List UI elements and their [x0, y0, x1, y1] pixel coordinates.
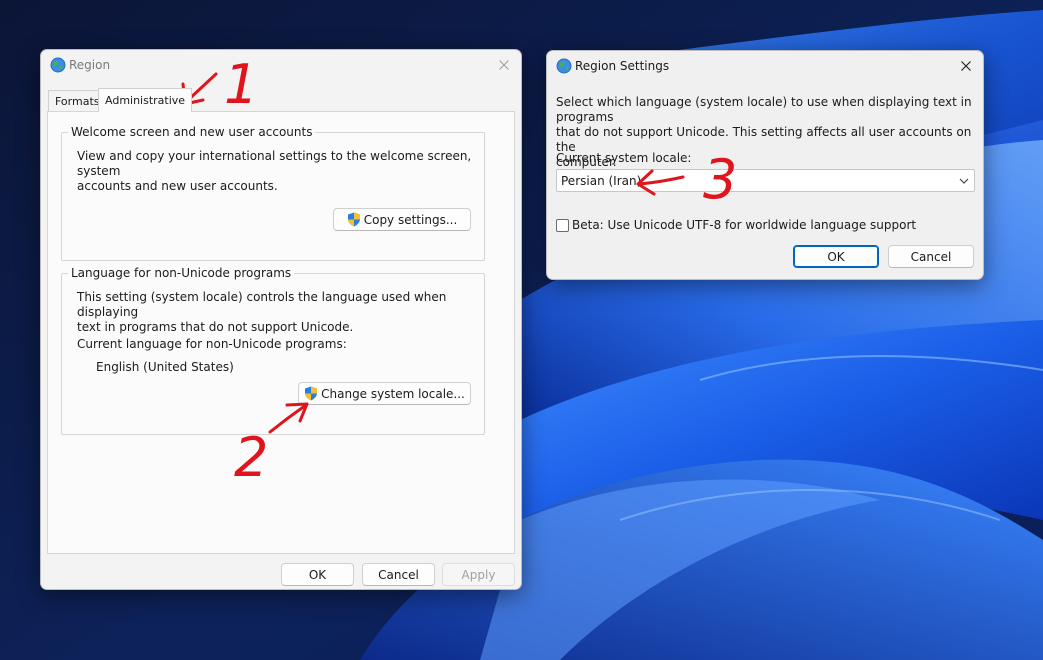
window-title: Region — [69, 58, 111, 72]
tab-label: Formats — [55, 95, 100, 108]
cancel-button[interactable]: Cancel — [888, 245, 974, 268]
close-button[interactable] — [487, 50, 521, 80]
button-label: Cancel — [910, 249, 952, 264]
current-system-locale-label: Current system locale: — [556, 151, 692, 165]
settings-titlebar[interactable]: Region Settings — [547, 51, 983, 81]
close-icon — [961, 61, 971, 71]
region-titlebar[interactable]: Region — [41, 50, 521, 80]
current-language-value: English (United States) — [96, 360, 234, 374]
uac-shield-icon — [305, 386, 318, 401]
button-label: Cancel — [378, 567, 419, 582]
ok-button[interactable]: OK — [793, 245, 879, 268]
window-title: Region Settings — [575, 59, 670, 73]
region-window: Region Formats Administrative Welcome sc… — [40, 49, 522, 590]
description-line: View and copy your international setting… — [77, 149, 472, 178]
copy-settings-button[interactable]: Copy settings... — [333, 208, 471, 231]
description-line: This setting (system locale) controls th… — [77, 290, 447, 319]
description-line: Select which language (system locale) to… — [556, 95, 972, 124]
apply-button[interactable]: Apply — [442, 563, 515, 586]
group-legend: Welcome screen and new user accounts — [68, 125, 316, 139]
close-icon — [499, 60, 509, 70]
tab-administrative[interactable]: Administrative — [98, 88, 193, 112]
chevron-down-icon — [959, 178, 969, 184]
description-line: accounts and new user accounts. — [77, 179, 278, 193]
button-label: Change system locale... — [321, 386, 465, 401]
globe-icon — [50, 57, 66, 73]
welcome-description: View and copy your international setting… — [77, 149, 484, 194]
dropdown-value: Persian (Iran) — [561, 174, 642, 188]
button-label: Apply — [461, 567, 496, 582]
group-legend: Language for non-Unicode programs — [68, 266, 295, 280]
button-label: OK — [827, 249, 845, 264]
close-button[interactable] — [949, 51, 983, 81]
nonunicode-description: This setting (system locale) controls th… — [77, 290, 484, 335]
tab-label: Administrative — [105, 94, 186, 107]
welcome-groupbox: Welcome screen and new user accounts Vie… — [61, 125, 485, 261]
globe-icon — [556, 58, 572, 74]
button-label: OK — [308, 567, 327, 582]
system-locale-dropdown[interactable]: Persian (Iran) — [556, 169, 975, 192]
button-label: Copy settings... — [363, 212, 458, 227]
administrative-panel: Welcome screen and new user accounts Vie… — [47, 111, 515, 554]
beta-utf8-checkbox[interactable] — [556, 219, 569, 232]
uac-shield-icon — [347, 212, 360, 227]
beta-utf8-label: Beta: Use Unicode UTF-8 for worldwide la… — [572, 218, 917, 232]
current-language-label: Current language for non-Unicode program… — [77, 337, 347, 351]
nonunicode-groupbox: Language for non-Unicode programs This s… — [61, 266, 485, 435]
change-system-locale-button[interactable]: Change system locale... — [298, 382, 471, 405]
ok-button[interactable]: OK — [281, 563, 354, 586]
description-line: text in programs that do not support Uni… — [77, 320, 354, 334]
region-settings-window: Region Settings Select which language (s… — [546, 50, 984, 280]
cancel-button[interactable]: Cancel — [362, 563, 435, 586]
